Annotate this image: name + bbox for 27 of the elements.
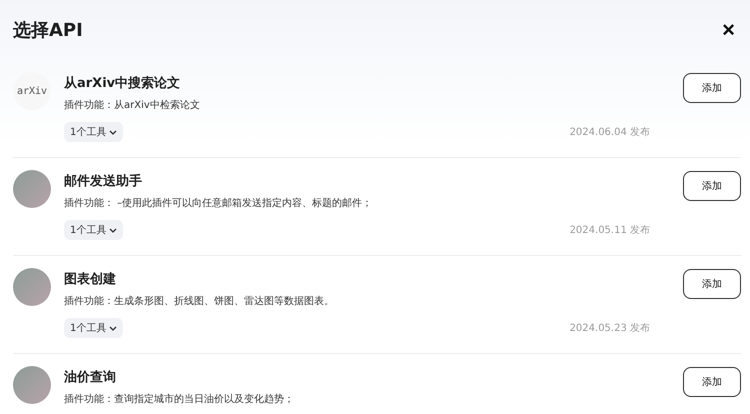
- add-button[interactable]: 添加: [683, 367, 741, 397]
- chevron-down-icon: [109, 130, 118, 134]
- photo-placeholder: [13, 366, 51, 404]
- dialog-title: 选择API: [13, 19, 83, 42]
- close-button[interactable]: ×: [720, 19, 737, 41]
- plugin-logo: arXiv: [13, 72, 51, 110]
- plugin-name: 图表创建: [64, 271, 117, 288]
- plugin-description: 插件功能：查询指定城市的当日油价以及变化趋势；: [64, 392, 295, 406]
- publish-date: 2024.06.04 发布: [570, 126, 650, 139]
- add-button[interactable]: 添加: [683, 171, 741, 201]
- plugin-description: 插件功能：生成条形图、折线图、饼图、雷达图等数据图表。: [64, 294, 335, 308]
- chevron-down-icon: [109, 228, 118, 232]
- plugin-name: 邮件发送助手: [64, 172, 143, 190]
- plugin-description: 插件功能： –使用此插件可以向任意邮箱发送指定内容、标题的邮件；: [64, 196, 374, 210]
- tools-dropdown[interactable]: 1个工具: [64, 318, 124, 338]
- publish-date: 2024.05.11 发布: [570, 224, 650, 237]
- tools-dropdown[interactable]: 1个工具: [64, 220, 124, 240]
- plugin-description: 插件功能：从arXiv中检索论文: [64, 98, 201, 112]
- plugin-name: 从arXiv中搜索论文: [64, 74, 182, 92]
- photo-placeholder: [13, 170, 51, 208]
- add-button[interactable]: 添加: [683, 269, 741, 299]
- publish-date: 2024.05.23 发布: [570, 322, 650, 335]
- photo-placeholder: [13, 268, 51, 306]
- chevron-down-icon: [109, 326, 118, 330]
- add-button[interactable]: 添加: [683, 73, 741, 103]
- plugin-name: 油价查询: [64, 369, 117, 386]
- tools-dropdown[interactable]: 1个工具: [64, 122, 124, 142]
